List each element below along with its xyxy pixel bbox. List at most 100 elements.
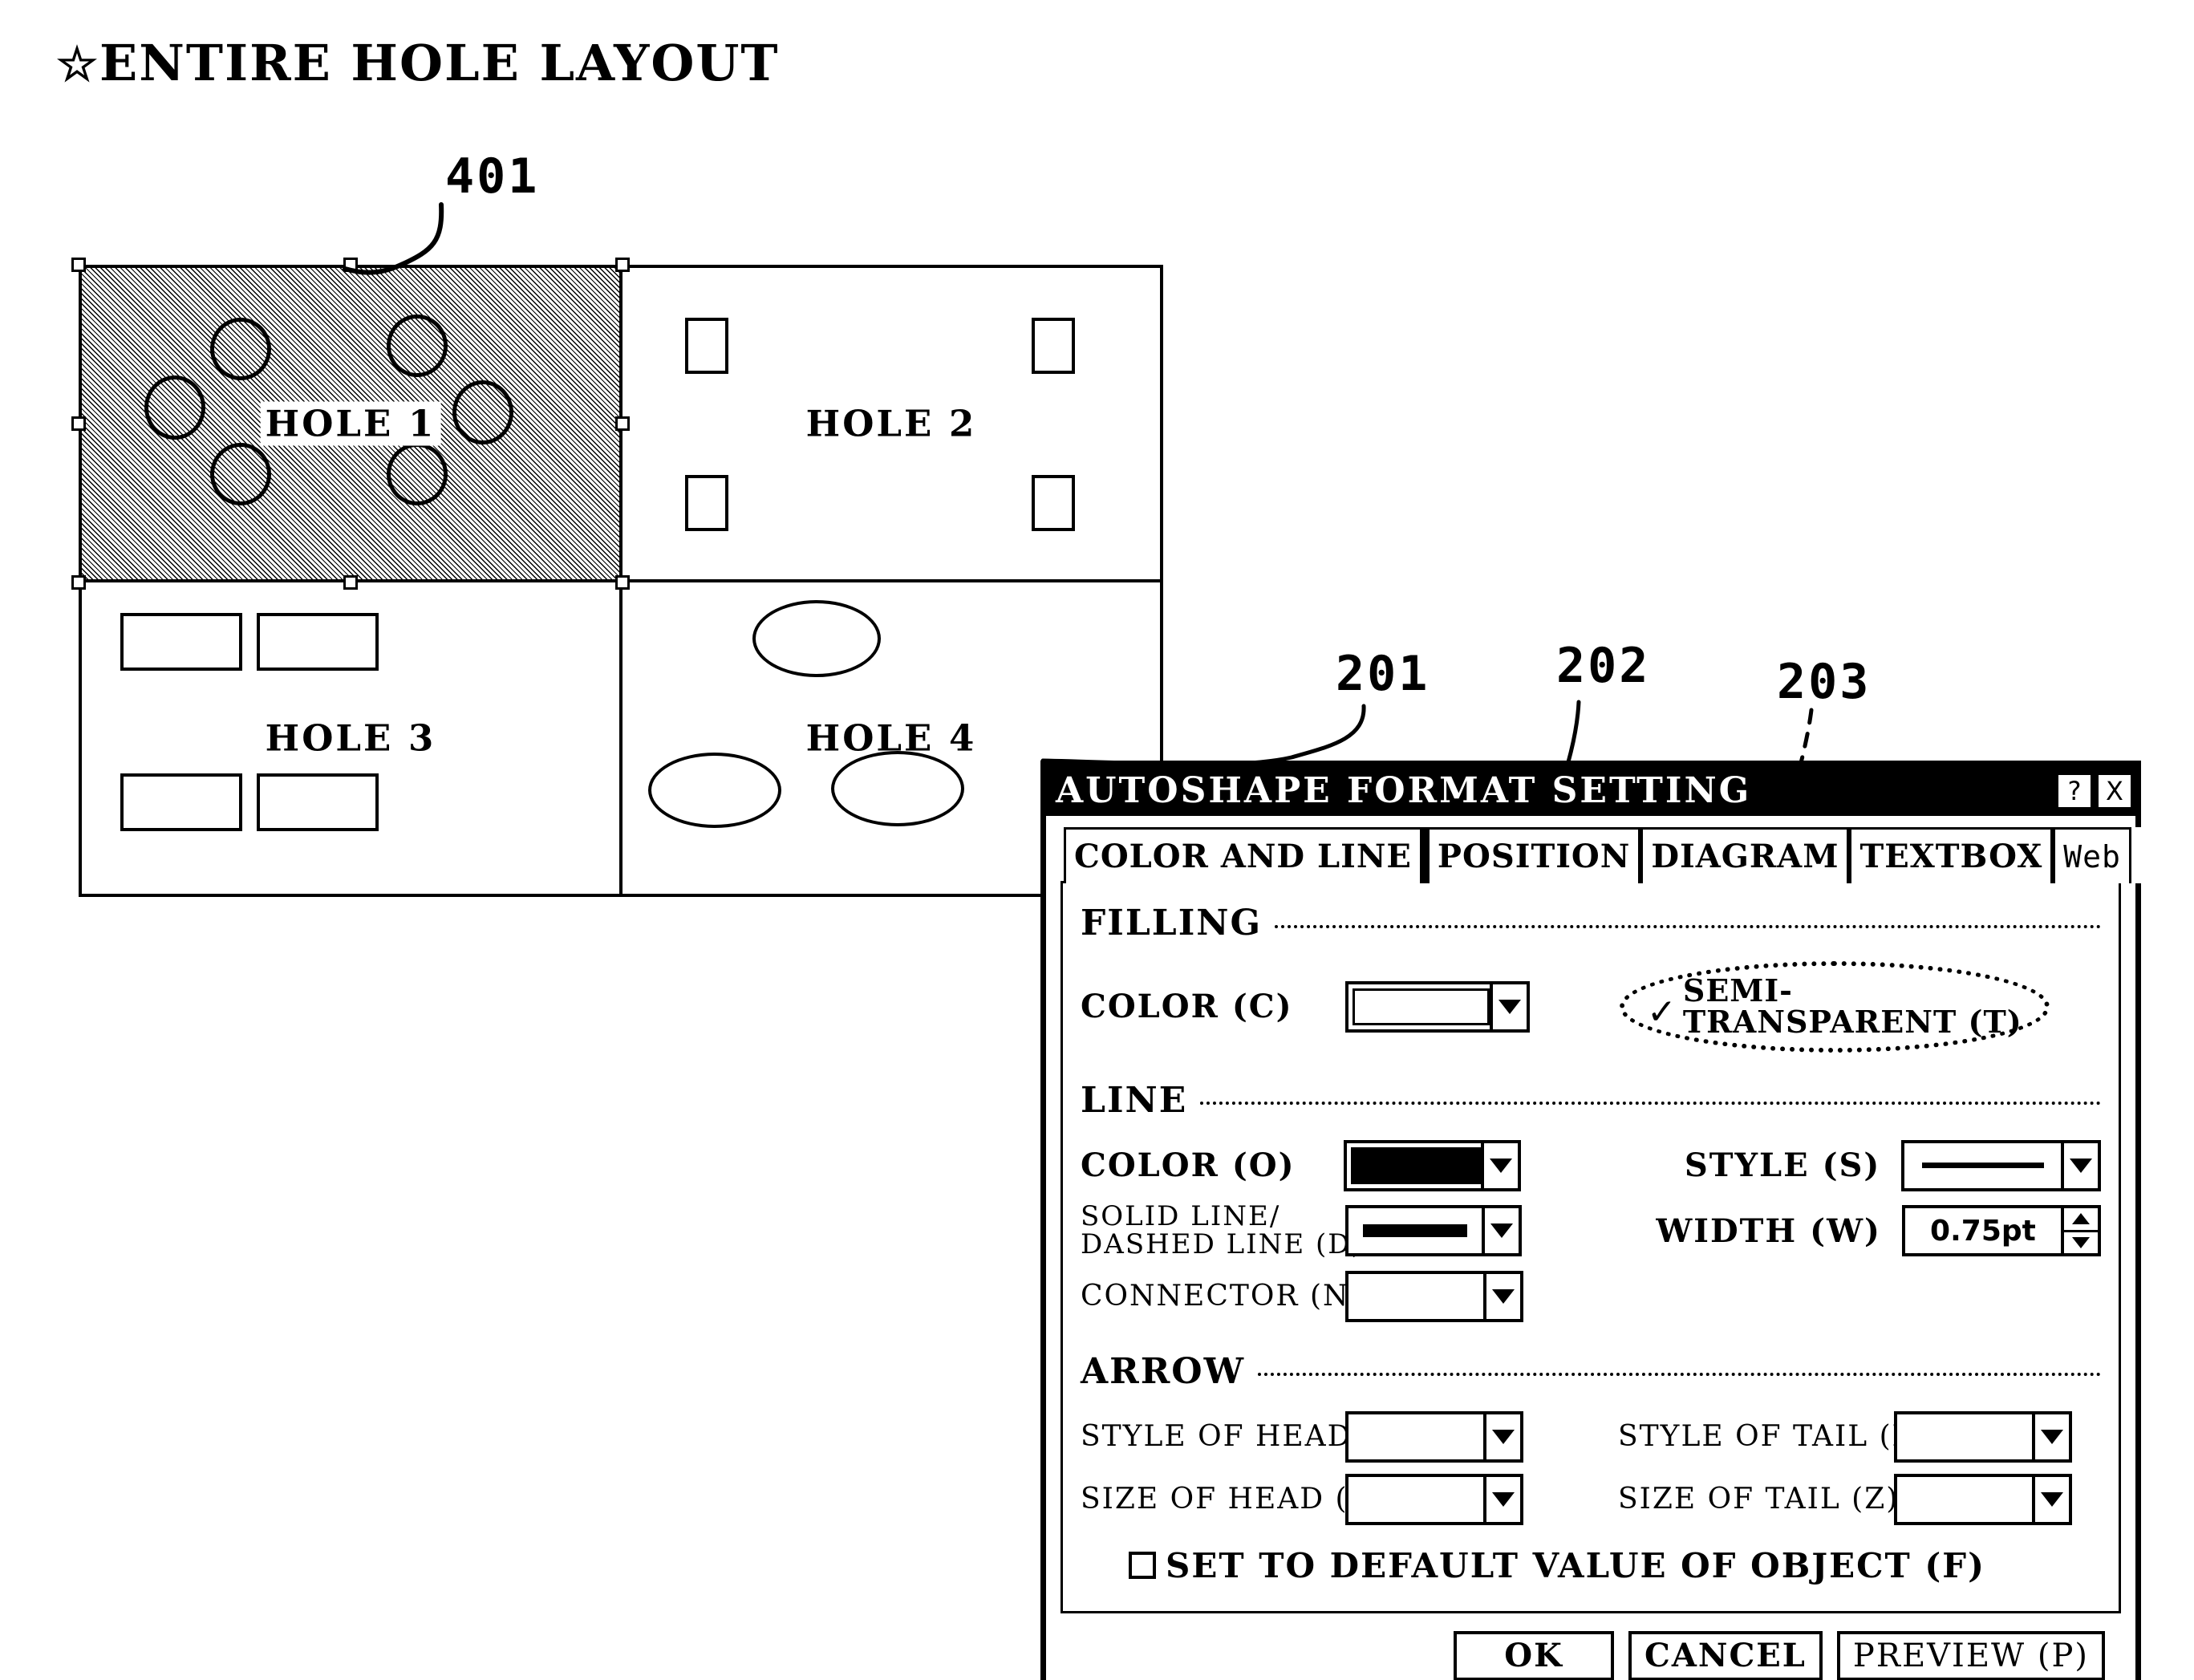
quadrant-hole-1[interactable]: HOLE 1 [79,265,623,582]
hole-label: HOLE 3 [265,716,436,760]
semi-transparent-checkbox[interactable]: ✓ [1647,994,1677,1030]
style-of-head-label: STYLE OF HEAD (B) [1081,1420,1412,1454]
connector-combo[interactable] [1345,1270,1523,1322]
hole-circle [387,314,448,377]
spinner-stepper[interactable] [2061,1208,2098,1254]
size-of-tail-value [1897,1476,2032,1522]
chevron-down-icon[interactable] [1490,984,1527,1029]
line-width-label: WIDTH (W) [1656,1211,1881,1250]
star-icon: ☆ [56,37,99,91]
line-group-label: LINE [1081,1079,1188,1121]
selection-handle-bottom-left[interactable] [71,575,86,590]
color-and-line-panel: FILLING COLOR (C) ✓ SEMI- TRANSPARENT (T… [1061,881,2121,1613]
hole-layout-diagram: HOLE 1 HOLE 2 HOLE 3 HOLE 4 [71,258,1163,899]
hole-ellipse [648,753,781,828]
semi-transparent-label: SEMI- TRANSPARENT (T) [1682,972,2022,1040]
filling-group-rule [1275,924,2101,928]
semi-transparent-callout: ✓ SEMI- TRANSPARENT (T) [1620,961,2050,1053]
filling-group-header: FILLING [1081,903,2101,943]
spinner-up-icon[interactable] [2064,1208,2098,1232]
hole-rect [257,613,379,671]
hole-label: HOLE 1 [260,401,441,446]
semi-transparent-label-line2: TRANSPARENT (T) [1682,1003,2022,1040]
leader-401 [343,202,444,275]
style-of-tail-combo[interactable] [1894,1410,2072,1463]
line-width-spinner[interactable]: 0.75pt [1901,1205,2101,1257]
selection-handle-top-left[interactable] [71,258,86,272]
filling-color-combo[interactable] [1345,980,1530,1033]
preview-button[interactable]: PREVIEW (P) [1836,1630,2105,1680]
chevron-down-icon[interactable] [2032,1476,2069,1522]
line-dash-row: SOLID LINE/ DASHED LINE (D) WIDTH (W) 0.… [1081,1202,2101,1261]
quadrant-hole-3[interactable]: HOLE 3 [79,579,623,897]
filling-color-label: COLOR (C) [1081,988,1293,1026]
line-style-combo[interactable] [1901,1139,2101,1191]
ok-button[interactable]: OK [1454,1630,1615,1680]
chevron-down-icon[interactable] [1483,1476,1520,1522]
line-color-combo[interactable] [1344,1139,1521,1191]
hole-ellipse [831,751,964,826]
arrow-group-label: ARROW [1081,1350,1246,1392]
dialog-footer: OK CANCEL PREVIEW (P) [1061,1613,2121,1680]
tab-strip-filler [2131,827,2147,883]
hole-rect [1032,318,1075,374]
line-color-swatch [1351,1146,1481,1184]
line-style-preview [1904,1142,2061,1188]
semi-transparent-label-line1: SEMI- [1682,972,1793,1008]
chevron-down-icon[interactable] [1480,1142,1518,1188]
selection-handle-bottom-right[interactable] [615,575,630,590]
hole-rect [685,318,728,374]
dialog-title-bar[interactable]: AUTOSHAPE FORMAT SETTING ? X [1046,766,2135,816]
set-default-row[interactable]: SET TO DEFAULT VALUE OF OBJECT (F) [1129,1546,2101,1585]
line-dash-preview [1348,1208,1482,1254]
line-group-rule [1200,1102,2101,1105]
line-dash-combo[interactable] [1345,1205,1523,1257]
line-width-value[interactable]: 0.75pt [1905,1208,2061,1253]
selection-handle-top-center[interactable] [343,258,358,272]
chevron-down-icon[interactable] [1482,1208,1519,1254]
page-title-text: ENTIRE HOLE LAYOUT [99,34,780,92]
size-of-head-combo[interactable] [1345,1473,1523,1525]
hole-ellipse [752,600,881,677]
chevron-down-icon[interactable] [1483,1273,1520,1319]
selection-handle-middle-right[interactable] [615,416,630,431]
hole-circle [144,375,205,440]
style-of-head-value [1348,1414,1483,1459]
line-group-header: LINE [1081,1080,2101,1121]
help-icon[interactable]: ? [2058,775,2091,807]
hole-circle [210,318,271,380]
autoshape-format-setting-dialog: AUTOSHAPE FORMAT SETTING ? X COLOR AND L… [1040,761,2147,1680]
hole-label: HOLE 2 [805,402,977,445]
chevron-down-icon[interactable] [2032,1414,2069,1459]
quadrant-hole-2[interactable]: HOLE 2 [619,265,1163,582]
reference-numeral-401: 401 [445,148,540,205]
close-icon[interactable]: X [2099,775,2131,807]
tab-color-and-line[interactable]: COLOR AND LINE [1064,827,1422,883]
tab-web[interactable]: Web [2053,827,2131,883]
size-of-tail-combo[interactable] [1894,1473,2072,1525]
style-of-head-combo[interactable] [1345,1410,1523,1463]
tab-position[interactable]: POSITION [1426,827,1641,883]
selection-handle-bottom-center[interactable] [343,575,358,590]
spinner-down-icon[interactable] [2064,1232,2098,1254]
set-default-checkbox[interactable] [1129,1552,1156,1580]
size-of-head-label: SIZE OF HEAD (I) [1081,1483,1374,1516]
chevron-down-icon[interactable] [2060,1142,2098,1188]
hole-circle [210,443,271,505]
cancel-button[interactable]: CANCEL [1628,1630,1823,1680]
filling-color-row: COLOR (C) ✓ SEMI- TRANSPARENT (T) [1081,961,2101,1053]
style-of-tail-value [1897,1414,2032,1459]
filling-color-swatch [1352,988,1490,1025]
line-dash-label-line2: DASHED LINE (D) [1081,1228,1364,1261]
tab-diagram[interactable]: DIAGRAM [1640,827,1850,883]
line-style-label: STYLE (S) [1684,1146,1881,1184]
connector-row: CONNECTOR (N) [1081,1270,2101,1322]
line-color-row: COLOR (O) STYLE (S) [1081,1139,2101,1191]
hole-label: HOLE 4 [805,716,977,760]
selection-handle-top-right[interactable] [615,258,630,272]
tab-textbox[interactable]: TEXTBOX [1849,827,2054,883]
selection-handle-middle-left[interactable] [71,416,86,431]
reference-numeral-202: 202 [1556,638,1651,694]
size-of-head-value [1348,1476,1483,1522]
chevron-down-icon[interactable] [1483,1414,1520,1459]
